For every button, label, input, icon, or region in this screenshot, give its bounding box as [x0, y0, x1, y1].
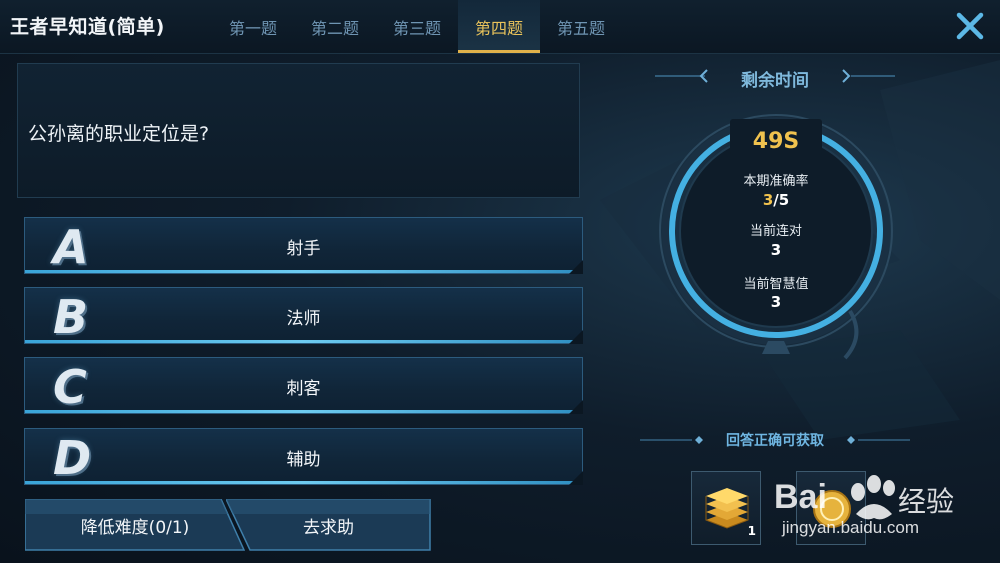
streak-value: 3 — [770, 241, 782, 259]
tab-question-1[interactable]: 第一题 — [212, 0, 294, 53]
question-text: 公孙离的职业定位是? — [28, 123, 210, 145]
option-c-button[interactable]: C 刺客 — [24, 357, 583, 414]
timer-ring: 49S 本期准确率 3/5 当前连对 3 当前智慧值 3 — [650, 96, 902, 366]
reward-item — [796, 471, 866, 545]
ask-help-button[interactable]: 去求助 — [226, 499, 431, 551]
timer-title: 剩余时间 — [741, 71, 809, 91]
question-panel: 公孙离的职业定位是? — [17, 63, 580, 198]
option-d-button[interactable]: D 辅助 — [24, 428, 583, 485]
close-icon[interactable] — [954, 10, 986, 42]
reward-item: 1 — [691, 471, 761, 545]
coin-icon — [813, 490, 851, 528]
remaining-time: 49S — [752, 129, 800, 154]
reward-count: 1 — [747, 524, 756, 538]
question-tabs: 第一题 第二题 第三题 第四题 第五题 — [212, 0, 622, 53]
reward-title: 回答正确可获取 — [726, 433, 824, 449]
option-label: 法师 — [286, 309, 321, 329]
reward-header: 回答正确可获取 — [640, 430, 910, 450]
timer-header: 剩余时间 — [655, 64, 895, 91]
ask-help-label: 去求助 — [303, 518, 354, 538]
wisdom-value: 3 — [770, 293, 782, 311]
wisdom-label: 当前智慧值 — [743, 277, 809, 292]
accuracy-value: 3/5 — [650, 191, 902, 209]
option-label: 射手 — [286, 239, 321, 259]
lower-difficulty-button[interactable]: 降低难度(0/1) — [25, 499, 245, 551]
option-a-button[interactable]: A 射手 — [24, 217, 583, 274]
page-title: 王者早知道(简单) — [10, 16, 165, 38]
tab-question-4[interactable]: 第四题 — [458, 0, 540, 53]
top-bar: 王者早知道(简单) 第一题 第二题 第三题 第四题 第五题 — [0, 0, 1000, 54]
tab-question-3[interactable]: 第三题 — [376, 0, 458, 53]
accuracy-label: 本期准确率 — [743, 174, 809, 189]
streak-label: 当前连对 — [749, 224, 802, 239]
watermark-brand-suffix: 经验 — [898, 486, 955, 517]
option-label: 刺客 — [286, 379, 321, 399]
option-label: 辅助 — [286, 450, 321, 470]
tab-question-5[interactable]: 第五题 — [540, 0, 622, 53]
accuracy-total: /5 — [773, 191, 790, 209]
accuracy-correct: 3 — [762, 191, 774, 209]
lower-difficulty-label: 降低难度(0/1) — [80, 518, 190, 538]
option-b-button[interactable]: B 法师 — [24, 287, 583, 344]
tab-question-2[interactable]: 第二题 — [294, 0, 376, 53]
